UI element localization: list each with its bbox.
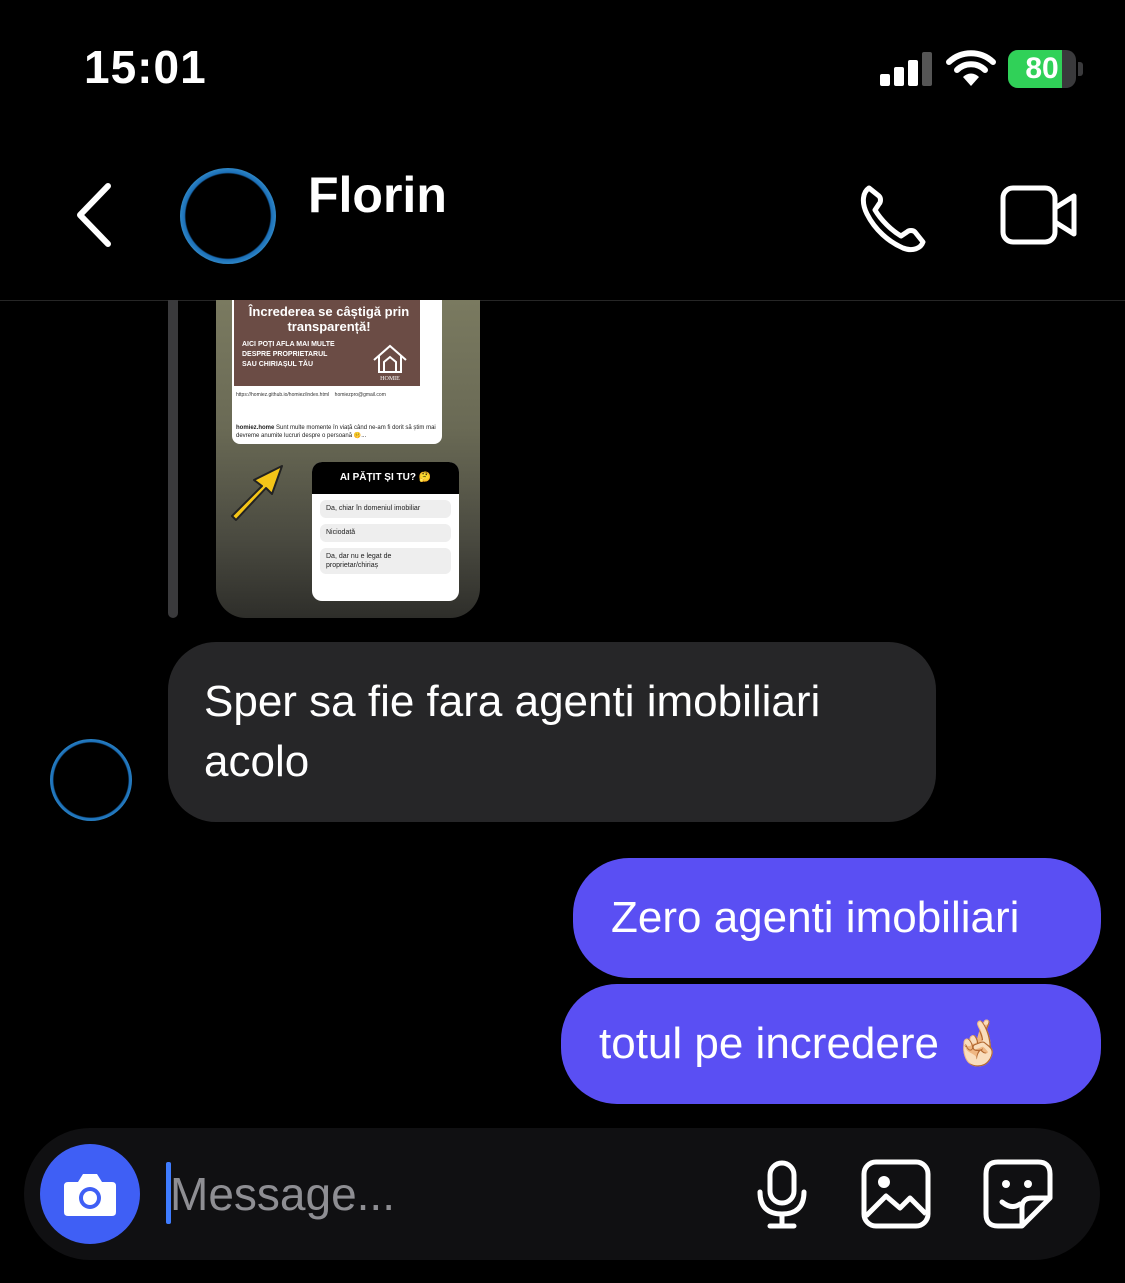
post-caption: homiez.home Sunt multe momente în viață … (236, 424, 442, 440)
post-links: https://homiez.github.io/homiez/index.ht… (236, 392, 436, 398)
contact-avatar[interactable] (180, 168, 276, 264)
story-preview[interactable]: Încrederea se câștigă prin transparență!… (216, 300, 480, 618)
status-bar: 15:01 80 (0, 0, 1125, 130)
battery-indicator: 80 (1008, 50, 1083, 88)
post-banner: Încrederea se câștigă prin transparență!… (234, 300, 420, 386)
contact-name[interactable]: Florin (308, 166, 447, 224)
outgoing-message[interactable]: Zero agenti imobiliari (573, 858, 1101, 978)
reply-indicator-bar (168, 300, 178, 618)
camera-icon (64, 1174, 116, 1216)
message-composer (24, 1128, 1100, 1260)
poll-question: AI PĂȚIT ȘI TU? 🤔 (312, 462, 459, 494)
camera-button[interactable] (40, 1144, 140, 1244)
post-link: https://homiez.github.io/homiez/index.ht… (236, 392, 330, 398)
microphone-icon[interactable] (754, 1160, 810, 1230)
cellular-signal-icon (880, 52, 932, 86)
post-caption-user: homiez.home (236, 425, 275, 431)
wifi-icon (946, 50, 996, 86)
chat-header: Florin (0, 130, 1125, 301)
gallery-icon[interactable] (860, 1158, 932, 1230)
incoming-message[interactable]: Sper sa fie fara agenti imobiliari acolo (168, 642, 936, 822)
post-headline: Încrederea se câștigă prin transparență! (248, 304, 410, 334)
video-icon[interactable] (1000, 182, 1080, 248)
poll-sticker: AI PĂȚIT ȘI TU? 🤔 Da, chiar în domeniul … (312, 462, 459, 601)
homie-logo: HOMIE (373, 344, 407, 382)
sticker-icon[interactable] (982, 1158, 1054, 1230)
phone-icon[interactable] (855, 180, 929, 254)
status-time: 15:01 (84, 41, 207, 93)
message-input[interactable] (170, 1158, 730, 1230)
poll-option: Niciodată (320, 524, 451, 542)
poll-option: Da, chiar în domeniul imobiliar (320, 500, 451, 518)
arrow-sticker-icon (231, 465, 283, 521)
post-subtext: AICI POȚI AFLA MAI MULTE DESPRE PROPRIET… (242, 341, 335, 368)
poll-option: Da, dar nu e legat de proprietar/chiriaș (320, 548, 451, 574)
back-icon[interactable] (70, 180, 120, 250)
svg-text:HOMIE: HOMIE (380, 376, 400, 382)
post-email: homiezpro@gmail.com (334, 392, 386, 398)
shared-post-preview: Încrederea se câștigă prin transparență!… (232, 300, 442, 444)
outgoing-message[interactable]: totul pe incredere 🤞🏻 (561, 984, 1101, 1104)
battery-level: 80 (1025, 52, 1059, 85)
sender-avatar[interactable] (50, 739, 132, 821)
